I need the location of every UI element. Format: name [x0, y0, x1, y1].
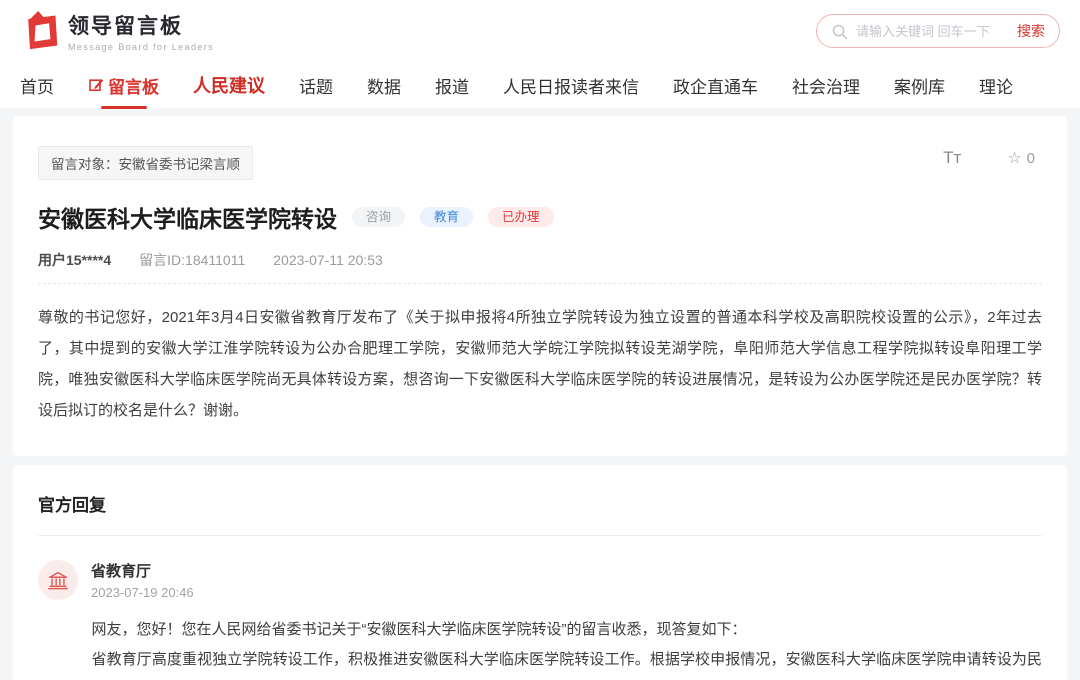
star-tool[interactable]: ☆ 0 — [1007, 148, 1035, 168]
nav-item-gov-express[interactable]: 政企直通车 — [673, 73, 758, 98]
government-building-icon — [47, 569, 69, 591]
star-icon: ☆ — [1007, 148, 1021, 168]
reply-author: 省教育厅 — [91, 560, 194, 581]
message-title: 安徽医科大学临床医学院转设 — [38, 200, 337, 234]
watermark: 高考直通车 — [881, 675, 1041, 680]
nav-item-label: 留言板 — [108, 73, 159, 98]
nav-item-home[interactable]: 首页 — [20, 73, 54, 98]
nav-item-case-library[interactable]: 案例库 — [894, 73, 945, 98]
reply-section-title: 官方回复 — [38, 491, 1042, 516]
site-logo[interactable]: 领导留言板 Message Board for Leaders — [20, 9, 214, 53]
page: 领导留言板 Message Board for Leaders 搜索 首页 留言… — [0, 0, 1080, 680]
logo-subtitle: Message Board for Leaders — [68, 42, 214, 52]
message-card: 留言对象：安徽省委书记梁言顺 Tт ☆ 0 安徽医科大学临床医学院转设 咨询 教… — [13, 116, 1067, 456]
search-input[interactable] — [856, 24, 1009, 39]
reply-time: 2023-07-19 20:46 — [91, 585, 194, 600]
nav-item-reader-letters[interactable]: 人民日报读者来信 — [503, 73, 639, 98]
font-size-icon[interactable]: Tт — [943, 148, 961, 168]
official-reply-card: 官方回复 — [13, 465, 1067, 680]
main-content: 留言对象：安徽省委书记梁言顺 Tт ☆ 0 安徽医科大学临床医学院转设 咨询 教… — [0, 108, 1080, 680]
gov-avatar — [38, 560, 78, 600]
message-time: 2023-07-11 20:53 — [273, 252, 383, 268]
title-row: 安徽医科大学临床医学院转设 咨询 教育 已办理 — [38, 200, 1042, 234]
site-header: 领导留言板 Message Board for Leaders 搜索 — [0, 0, 1080, 62]
tag-status-handled: 已办理 — [488, 207, 554, 228]
main-nav: 首页 留言板 人民建议 话题 数据 报道 人民日报读者来信 政企直通车 社会治理… — [0, 62, 1080, 108]
nav-item-social-governance[interactable]: 社会治理 — [792, 73, 860, 98]
tag-education: 教育 — [420, 207, 473, 228]
tag-consult: 咨询 — [352, 207, 405, 228]
nav-item-reports[interactable]: 报道 — [435, 73, 469, 98]
logo-text: 领导留言板 Message Board for Leaders — [68, 10, 214, 52]
search-icon — [831, 23, 848, 40]
message-tools: Tт ☆ 0 — [943, 148, 1035, 168]
reply-body: 网友，您好！您在人民网给省委书记关于“安徽医科大学临床医学院转设”的留言收悉，现… — [75, 615, 1042, 680]
logo-title: 领导留言板 — [68, 10, 214, 40]
message-user: 用户15****4 — [38, 250, 111, 270]
message-id: 留言ID:18411011 — [139, 250, 245, 270]
nav-item-message-board[interactable]: 留言板 — [88, 73, 159, 98]
nav-item-data[interactable]: 数据 — [367, 73, 401, 98]
pen-icon — [88, 77, 104, 93]
search-bar: 搜索 — [816, 14, 1060, 48]
search-button[interactable]: 搜索 — [1009, 21, 1045, 41]
message-meta: 用户15****4 留言ID:18411011 2023-07-11 20:53 — [38, 250, 1042, 270]
reply-header: 省教育厅 2023-07-19 20:46 — [38, 560, 1042, 600]
nav-item-people-suggestions[interactable]: 人民建议 — [193, 72, 265, 98]
star-count: 0 — [1027, 150, 1035, 167]
reply-author-block: 省教育厅 2023-07-19 20:46 — [91, 560, 194, 600]
message-body: 尊敬的书记您好，2021年3月4日安徽省教育厅发布了《关于拟申报将4所独立学院转… — [38, 302, 1042, 426]
message-target-tag: 留言对象：安徽省委书记梁言顺 — [38, 146, 253, 180]
dashed-divider — [38, 283, 1042, 284]
nav-item-theory[interactable]: 理论 — [979, 73, 1013, 98]
reply-paragraph: 网友，您好！您在人民网给省委书记关于“安徽医科大学临床医学院转设”的留言收悉，现… — [75, 615, 1042, 645]
reply-divider — [38, 535, 1042, 536]
logo-icon — [20, 9, 60, 53]
nav-item-topics[interactable]: 话题 — [299, 73, 333, 98]
